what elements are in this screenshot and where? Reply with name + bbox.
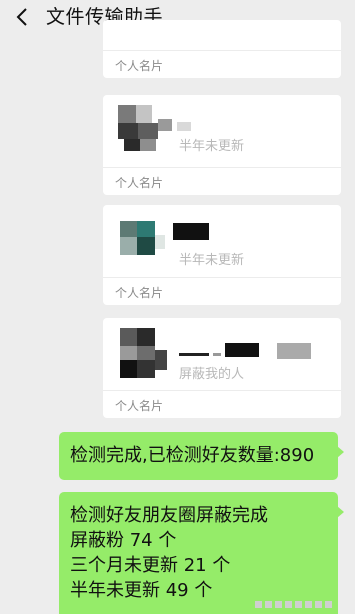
message-bubble[interactable]: 检测好友朋友圈屏蔽完成 屏蔽粉 74 个 三个月未更新 21 个 半年未更新 4… xyxy=(59,492,344,614)
contact-card[interactable]: 半年未更新 个人名片 xyxy=(103,95,341,195)
message-line: 检测好友朋友圈屏蔽完成 xyxy=(70,505,268,526)
contact-card[interactable]: 个人名片 xyxy=(103,20,341,78)
card-footer: 个人名片 xyxy=(103,167,341,195)
chevron-left-icon xyxy=(16,8,27,26)
card-status: 屏蔽我的人 xyxy=(179,367,245,382)
contact-card[interactable]: 半年未更新 个人名片 xyxy=(103,205,341,305)
card-footer: 个人名片 xyxy=(103,277,341,305)
bubble-tail xyxy=(337,506,344,518)
bubble-tail xyxy=(337,446,344,458)
redacted-name xyxy=(173,223,209,240)
back-button[interactable] xyxy=(12,5,32,29)
card-status: 半年未更新 xyxy=(179,253,245,268)
message-bubble[interactable]: 检测完成,已检测好友数量:890 xyxy=(59,432,344,480)
card-label: 个人名片 xyxy=(115,176,164,190)
message-line: 屏蔽粉 74 个 xyxy=(70,530,177,551)
card-status: 半年未更新 xyxy=(179,139,245,154)
card-label: 个人名片 xyxy=(115,399,164,413)
card-label: 个人名片 xyxy=(115,59,164,73)
contact-card[interactable]: 屏蔽我的人 个人名片 xyxy=(103,318,341,418)
card-footer: 个人名片 xyxy=(103,50,341,78)
message-text: 检测完成,已检测好友数量:890 xyxy=(70,445,315,466)
message-line: 三个月未更新 21 个 xyxy=(70,555,231,576)
card-footer: 个人名片 xyxy=(103,390,341,418)
card-label: 个人名片 xyxy=(115,286,164,300)
watermark xyxy=(255,601,332,608)
